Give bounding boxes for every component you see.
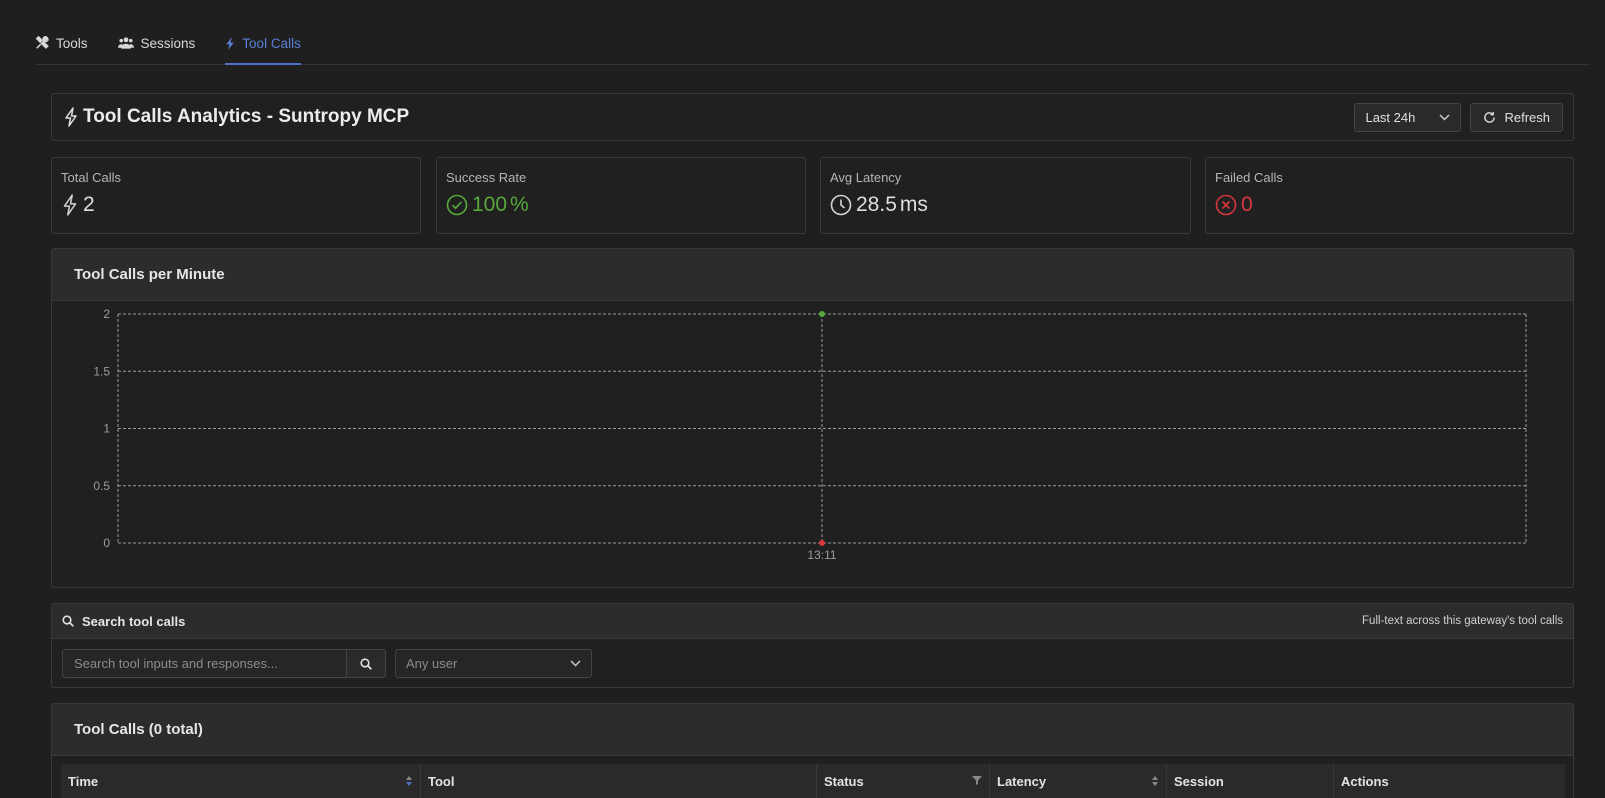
table-title: Tool Calls (0 total)	[52, 704, 1573, 756]
y-tick-label: 0.5	[93, 479, 110, 493]
stat-avg-latency: Avg Latency 28.5 ms	[820, 157, 1191, 234]
stat-label: Avg Latency	[830, 170, 902, 185]
tab-label: Tools	[56, 35, 88, 51]
column-header-tool: Tool	[421, 764, 817, 798]
refresh-label: Refresh	[1504, 109, 1550, 125]
table-header: Time Tool Status Latency Session Actions	[61, 764, 1565, 798]
search-input[interactable]	[62, 649, 346, 678]
lightning-icon	[65, 107, 77, 127]
stat-failed-calls: Failed Calls 0	[1205, 157, 1574, 234]
time-range-select[interactable]: Last 24h	[1354, 102, 1462, 132]
search-title: Search tool calls	[62, 614, 185, 629]
y-tick-label: 1.5	[93, 364, 110, 378]
refresh-button[interactable]: Refresh	[1470, 102, 1563, 132]
search-card: Search tool calls Full-text across this …	[51, 603, 1574, 688]
analytics-header: Tool Calls Analytics - Suntropy MCP Last…	[51, 93, 1574, 141]
search-hint: Full-text across this gateway's tool cal…	[1362, 615, 1563, 627]
tab-label: Tool Calls	[242, 35, 301, 51]
refresh-icon	[1484, 111, 1496, 123]
tab-tools[interactable]: Tools	[35, 22, 88, 64]
column-header-latency[interactable]: Latency	[990, 764, 1167, 798]
filter-icon[interactable]	[972, 775, 982, 785]
y-tick-label: 1	[103, 422, 110, 436]
stat-value: 100 %	[446, 193, 796, 217]
time-range-value: Last 24h	[1365, 109, 1416, 125]
search-title-text: Search tool calls	[82, 613, 186, 629]
nav-tabs: Tools Sessions Tool Calls	[35, 22, 1590, 65]
column-header-session: Session	[1167, 764, 1334, 798]
stat-label: Failed Calls	[1215, 170, 1283, 185]
stat-success-rate: Success Rate 100 %	[436, 157, 806, 234]
stat-number: 28.5	[856, 193, 897, 216]
column-label: Status	[824, 773, 864, 789]
search-icon	[62, 615, 74, 627]
search-header: Search tool calls Full-text across this …	[52, 604, 1573, 639]
column-label: Tool	[428, 773, 455, 789]
sort-icon[interactable]	[1151, 775, 1159, 787]
stat-number: 2	[83, 193, 95, 216]
stat-unit: %	[510, 193, 529, 216]
column-header-status[interactable]: Status	[817, 764, 990, 798]
page-title: Tool Calls Analytics - Suntropy MCP	[64, 106, 409, 128]
chart-card: Tool Calls per Minute 0 0.5 1 1.5 2 13:11	[51, 248, 1574, 588]
column-label: Actions	[1341, 773, 1389, 789]
stat-value: 28.5 ms	[830, 193, 1181, 217]
search-button[interactable]	[346, 649, 386, 678]
chart-title: Tool Calls per Minute	[52, 249, 1573, 301]
tools-icon	[35, 36, 49, 49]
data-point	[819, 311, 825, 317]
user-filter-placeholder: Any user	[406, 656, 458, 671]
tool-calls-table-card: Tool Calls (0 total) Time Tool Status La…	[51, 703, 1574, 798]
sort-icon[interactable]	[405, 775, 413, 787]
search-controls: Any user	[52, 639, 1573, 687]
data-point	[819, 540, 825, 546]
stat-label: Total Calls	[61, 170, 121, 185]
y-tick-label: 0	[103, 536, 110, 550]
lightning-icon	[226, 36, 235, 50]
user-filter-select[interactable]: Any user	[395, 649, 592, 678]
tab-label: Sessions	[140, 35, 196, 51]
tool-calls-chart: 0 0.5 1 1.5 2 13:11	[93, 307, 1527, 562]
search-icon	[360, 657, 372, 670]
stat-value: 2	[61, 193, 411, 217]
page-title-text: Tool Calls Analytics - Suntropy MCP	[83, 106, 410, 127]
stat-total-calls: Total Calls 2	[51, 157, 421, 234]
stat-label: Success Rate	[446, 170, 527, 185]
chevron-down-icon	[1439, 114, 1450, 120]
close-circle-icon	[1215, 194, 1237, 216]
users-icon	[117, 37, 134, 49]
check-circle-icon	[446, 194, 468, 216]
stat-number: 100	[472, 193, 508, 216]
column-header-actions: Actions	[1334, 764, 1565, 798]
tab-sessions[interactable]: Sessions	[117, 22, 196, 64]
chevron-down-icon	[570, 660, 581, 667]
column-label: Time	[68, 773, 99, 789]
y-tick-label: 2	[103, 307, 110, 321]
stat-number: 0	[1241, 193, 1253, 216]
column-label: Latency	[997, 773, 1047, 789]
stat-value: 0	[1215, 193, 1564, 217]
column-header-time[interactable]: Time	[61, 764, 421, 798]
column-label: Session	[1174, 773, 1224, 789]
tab-tool-calls[interactable]: Tool Calls	[225, 22, 301, 65]
lightning-icon	[63, 194, 77, 216]
clock-icon	[830, 194, 852, 216]
x-tick-label: 13:11	[807, 548, 836, 562]
stat-unit: ms	[899, 193, 928, 216]
